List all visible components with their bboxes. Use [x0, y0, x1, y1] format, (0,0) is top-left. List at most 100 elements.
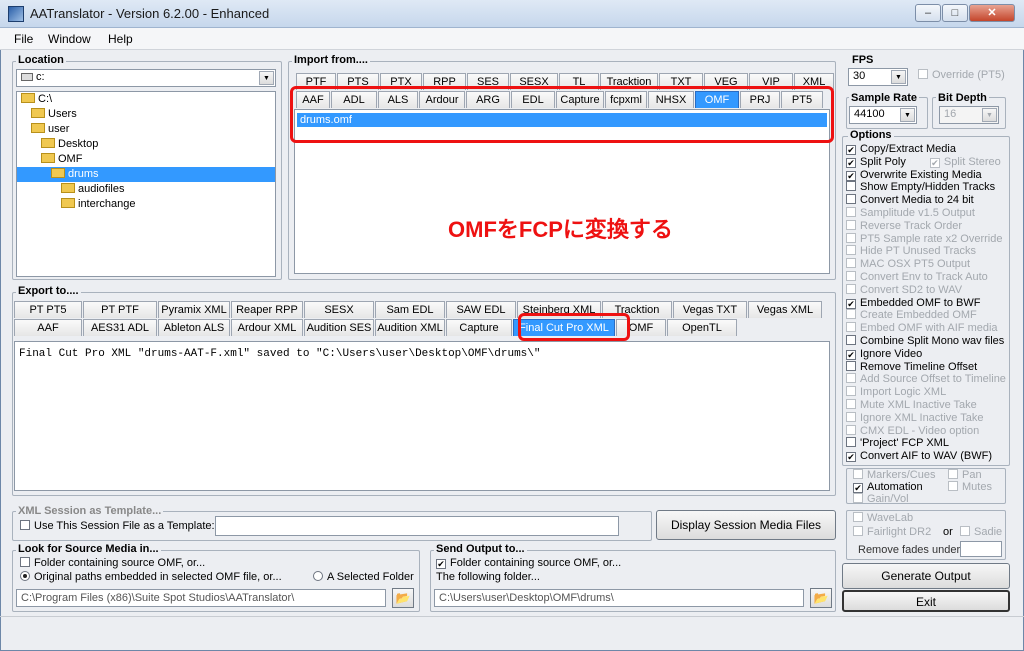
markers-cues-checkbox[interactable]: Markers/Cues [853, 469, 935, 482]
source-path-field[interactable]: C:\Program Files (x86)\Suite Spot Studio… [16, 589, 386, 607]
chevron-down-icon[interactable]: ▼ [982, 108, 997, 122]
exit-button[interactable]: Exit [842, 590, 1010, 612]
output-folder-checkbox[interactable]: ✔ Folder containing source OMF, or... [436, 557, 621, 570]
checkbox-icon [960, 526, 970, 536]
menu-help[interactable]: Help [108, 32, 133, 46]
folder-tree[interactable]: C:\ Users user Desktop OMF drums audiofiles int… [16, 91, 276, 277]
export-row2-tab[interactable]: Audition XML [375, 319, 445, 336]
option-checkbox[interactable]: Samplitude v1.5 Output [846, 206, 1008, 220]
drive-select[interactable]: c: ▼ [16, 69, 276, 87]
option-checkbox[interactable]: ✔ Convert AIF to WAV (BWF) [846, 450, 1008, 463]
export-row1-tab[interactable]: SAW EDL [446, 301, 516, 318]
tree-item[interactable]: Desktop [17, 137, 275, 152]
option-checkbox[interactable]: Convert Media to 24 bit [846, 194, 1008, 207]
checkbox-icon: ✔ [436, 559, 446, 569]
chevron-down-icon[interactable]: ▼ [900, 108, 915, 122]
close-button[interactable]: ✕ [969, 4, 1015, 22]
option-checkbox[interactable]: Embed OMF with AIF media [846, 322, 1008, 335]
folder-open-icon[interactable]: 📂 [392, 588, 414, 608]
fairlight-checkbox[interactable]: Fairlight DR2 [853, 526, 931, 539]
import-label: Import from.... [292, 54, 370, 66]
export-row1-tab[interactable]: SESX [304, 301, 374, 318]
checkbox-icon: ✔ [846, 157, 856, 168]
export-row1-tab[interactable]: Vegas XML [748, 301, 822, 318]
option-checkbox[interactable]: ✔ Embedded OMF to BWF [846, 297, 1008, 310]
automation-checkbox[interactable]: ✔ Automation [853, 481, 923, 494]
display-media-button[interactable]: Display Session Media Files [656, 510, 836, 540]
option-checkbox[interactable]: MAC OSX PT5 Output [846, 258, 1008, 271]
maximize-button[interactable]: □ [942, 4, 968, 22]
option-checkbox[interactable]: Hide PT Unused Tracks [846, 245, 1008, 258]
checkbox-icon [20, 557, 30, 567]
sample-rate-select[interactable]: 44100 ▼ [849, 106, 917, 124]
export-log[interactable]: Final Cut Pro XML "drums-AAT-F.xml" save… [14, 341, 830, 491]
option-label: 'Project' FCP XML [860, 437, 949, 450]
option-checkbox[interactable]: CMX EDL - Video option [846, 424, 1008, 438]
remove-fades-input[interactable] [960, 541, 1002, 557]
source-opt1-label: Folder containing source OMF, or... [34, 557, 206, 569]
fps-select[interactable]: 30 ▼ [848, 68, 908, 86]
option-checkbox[interactable]: ✔ Ignore Video [846, 348, 1008, 361]
tree-item[interactable]: drums [17, 167, 275, 182]
export-row2-tab[interactable]: AES31 ADL [83, 319, 157, 336]
export-row1-tab[interactable]: Pyramix XML [158, 301, 230, 318]
checkbox-icon [846, 181, 856, 192]
split-stereo-checkbox[interactable]: ✔ Split Stereo [929, 156, 1001, 168]
option-checkbox[interactable]: Show Empty/Hidden Tracks [846, 181, 1008, 194]
option-checkbox[interactable]: ✔ Split Poly ✔ Split Stereo [846, 156, 1008, 169]
option-checkbox[interactable]: Reverse Track Order [846, 219, 1008, 233]
sadie-checkbox[interactable]: Sadie [960, 526, 1002, 539]
source-folder-checkbox[interactable]: Folder containing source OMF, or... [20, 557, 205, 570]
option-checkbox[interactable]: Ignore XML Inactive Take [846, 411, 1008, 425]
export-row2-tab[interactable]: Audition SES [304, 319, 374, 336]
wavelab-checkbox[interactable]: WaveLab [853, 512, 913, 525]
mutes-checkbox[interactable]: Mutes [948, 481, 992, 494]
tree-item[interactable]: user [17, 122, 275, 137]
menu-window[interactable]: Window [48, 32, 91, 46]
export-row2-tab[interactable]: Ableton ALS [158, 319, 230, 336]
generate-output-button[interactable]: Generate Output [842, 563, 1010, 589]
export-row1-tab[interactable]: PT PTF [83, 301, 157, 318]
tree-item[interactable]: audiofiles [17, 182, 275, 197]
sample-rate-label: Sample Rate [849, 92, 920, 104]
menu-file[interactable]: File [14, 32, 33, 46]
bit-depth-select[interactable]: 16 ▼ [939, 106, 999, 124]
option-checkbox[interactable]: Convert SD2 to WAV [846, 283, 1008, 297]
option-checkbox[interactable]: 'Project' FCP XML [846, 437, 1008, 450]
selected-folder-radio[interactable]: A Selected Folder [313, 571, 414, 584]
option-checkbox[interactable]: PT5 Sample rate x2 Override [846, 232, 1008, 246]
template-input[interactable] [215, 516, 619, 536]
use-template-checkbox[interactable]: Use This Session File as a Template: [20, 520, 215, 533]
option-checkbox[interactable]: Convert Env to Track Auto [846, 270, 1008, 284]
tree-item[interactable]: Users [17, 107, 275, 122]
pan-checkbox[interactable]: Pan [948, 469, 982, 482]
export-row1-tab[interactable]: Reaper RPP [231, 301, 303, 318]
export-row2-tab[interactable]: AAF [14, 319, 82, 336]
export-row1-tab[interactable]: PT PT5 [14, 301, 82, 318]
chevron-down-icon[interactable]: ▼ [891, 70, 906, 84]
minimize-button[interactable]: – [915, 4, 941, 22]
tree-item[interactable]: OMF [17, 152, 275, 167]
gain-vol-checkbox[interactable]: Gain/Vol [853, 493, 909, 506]
original-paths-radio[interactable]: Original paths embedded in selected OMF … [20, 571, 282, 584]
tree-item[interactable]: C:\ [17, 92, 275, 107]
tree-item[interactable]: interchange [17, 197, 275, 212]
option-checkbox[interactable]: Add Source Offset to Timeline [846, 373, 1008, 386]
option-checkbox[interactable]: Import Logic XML [846, 386, 1008, 399]
option-checkbox[interactable]: Remove Timeline Offset [846, 360, 1008, 374]
export-row1-tab[interactable]: Vegas TXT [673, 301, 747, 318]
export-row1-tab[interactable]: Sam EDL [375, 301, 445, 318]
remove-fades-label: Remove fades under [858, 544, 961, 556]
export-row2-tab[interactable]: OpenTL [667, 319, 737, 336]
chevron-down-icon[interactable]: ▼ [259, 71, 274, 85]
export-row2-tab[interactable]: Capture [446, 319, 512, 336]
folder-open-icon[interactable]: 📂 [810, 588, 832, 608]
option-checkbox[interactable]: ✔ Copy/Extract Media [846, 143, 1008, 156]
export-row2-tab[interactable]: Ardour XML [231, 319, 303, 336]
option-checkbox[interactable]: Create Embedded OMF [846, 309, 1008, 322]
output-path-field[interactable]: C:\Users\user\Desktop\OMF\drums\ [434, 589, 804, 607]
option-checkbox[interactable]: Mute XML Inactive Take [846, 398, 1008, 412]
option-checkbox[interactable]: ✔ Overwrite Existing Media [846, 169, 1008, 182]
sample-rate-value: 44100 [854, 108, 885, 120]
option-checkbox[interactable]: Combine Split Mono wav files [846, 334, 1008, 348]
